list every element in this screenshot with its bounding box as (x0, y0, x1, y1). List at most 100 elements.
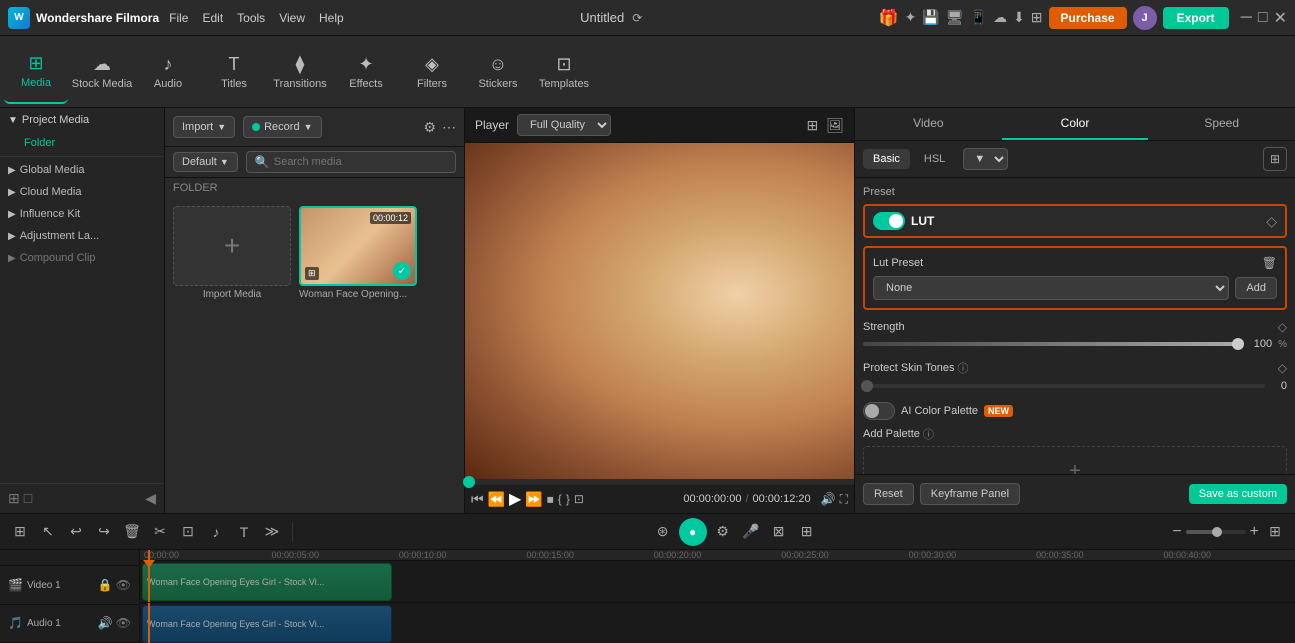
zoom-slider[interactable] (1186, 530, 1246, 534)
stop-icon[interactable]: ⏹ (547, 491, 554, 508)
filter-icon[interactable]: ⚙ (423, 119, 436, 136)
audio-adj-btn[interactable]: ♪ (204, 520, 228, 544)
menu-tools[interactable]: Tools (237, 11, 265, 25)
mic-icon[interactable]: 🎤 (739, 520, 763, 544)
add-folder-icon[interactable]: ⊞ (8, 490, 20, 507)
play-icon[interactable]: ▶ (509, 489, 521, 509)
track-lock-icon[interactable]: 🔒 (98, 578, 113, 592)
toolbar-item-templates[interactable]: ⊡ Templates (532, 40, 596, 104)
add-lut-button[interactable]: Add (1235, 277, 1277, 299)
redo-btn[interactable]: ↪ (92, 520, 116, 544)
sidebar-item-compound[interactable]: ▶ Compound Clip (0, 247, 164, 269)
tab-color[interactable]: Color (1002, 108, 1149, 140)
snap-icon[interactable]: ⊛ (651, 520, 675, 544)
menu-help[interactable]: Help (319, 11, 344, 25)
frame-fwd-icon[interactable]: ⏩ (525, 491, 542, 508)
quality-select[interactable]: Full Quality (517, 114, 611, 136)
hsl-dropdown[interactable]: ▼ (963, 148, 1008, 170)
preview-timeline-bar[interactable] (465, 479, 854, 485)
avatar[interactable]: J (1133, 6, 1157, 30)
split-btn[interactable]: ✂ (148, 520, 172, 544)
lut-toggle[interactable]: LUT (873, 212, 934, 230)
volume-icon[interactable]: 🔊 (821, 492, 836, 506)
mark-out-icon[interactable]: } (566, 492, 570, 506)
record-button[interactable]: Record ▼ (243, 116, 321, 138)
palette-add-area[interactable]: + (863, 446, 1287, 474)
collapse-sidebar-icon[interactable]: ◀ (145, 490, 156, 507)
delete-btn[interactable]: 🗑 (120, 520, 144, 544)
audio-clip[interactable]: Woman Face Opening Eyes Girl - Stock Vi.… (142, 605, 392, 643)
toolbar-item-filters[interactable]: ◈ Filters (400, 40, 464, 104)
mark-in-icon[interactable]: { (558, 492, 562, 506)
export-button[interactable]: Export (1163, 7, 1229, 29)
sidebar-project-media[interactable]: ▼ Project Media (0, 108, 164, 132)
playhead[interactable] (148, 550, 150, 560)
reset-button[interactable]: Reset (863, 483, 914, 505)
video-clip[interactable]: Woman Face Opening Eyes Girl - Stock Vi.… (142, 563, 392, 601)
close-button[interactable]: ✕ (1274, 8, 1287, 28)
green-circle-btn[interactable]: ● (679, 518, 707, 546)
cloud-upload-icon[interactable]: ☁ (993, 9, 1007, 26)
toolbar-item-transitions[interactable]: ⧫ Transitions (268, 40, 332, 104)
ai-toggle[interactable] (863, 402, 895, 420)
undo-btn[interactable]: ↩ (64, 520, 88, 544)
sidebar-item-influence-kit[interactable]: ▶ Influence Kit (0, 203, 164, 225)
save-icon[interactable]: 💾 (922, 9, 939, 26)
color-picker-icon[interactable]: ⊞ (1263, 147, 1287, 171)
sparkle-icon[interactable]: ✦ (905, 9, 917, 26)
palette-info-icon[interactable]: ⓘ (923, 426, 934, 442)
image-view-icon[interactable]: 🖼 (826, 117, 844, 134)
default-button[interactable]: Default ▼ (173, 152, 238, 172)
media-clip-item[interactable]: 00:00:12 ⊞ ✓ Woman Face Opening... (299, 206, 417, 300)
save-custom-button[interactable]: Save as custom (1189, 484, 1287, 504)
sub-tab-basic[interactable]: Basic (863, 149, 910, 169)
diamond-icon[interactable]: ◇ (1278, 320, 1287, 334)
toolbar-item-stickers[interactable]: ☺ Stickers (466, 40, 530, 104)
menu-file[interactable]: File (169, 11, 188, 25)
select-tool-icon[interactable]: ↖ (36, 520, 60, 544)
toolbar-item-media[interactable]: ⊞ Media (4, 40, 68, 104)
sidebar-folder[interactable]: Folder (0, 132, 164, 154)
text-btn[interactable]: T (232, 520, 256, 544)
menu-edit[interactable]: Edit (202, 11, 223, 25)
minimize-button[interactable]: ─ (1241, 9, 1252, 27)
mobile-icon[interactable]: 📱 (970, 9, 987, 26)
maximize-button[interactable]: □ (1258, 9, 1268, 27)
split2-icon[interactable]: ⊠ (767, 520, 791, 544)
split3-icon[interactable]: ⊞ (795, 520, 819, 544)
gift-icon[interactable]: 🎁 (879, 8, 899, 28)
grid-view-icon[interactable]: ⊞ (806, 117, 818, 134)
menu-view[interactable]: View (279, 11, 305, 25)
protect-dot[interactable] (861, 380, 873, 392)
sidebar-item-global-media[interactable]: ▶ Global Media (0, 159, 164, 181)
tab-video[interactable]: Video (855, 108, 1002, 140)
import-media-item[interactable]: + Import Media (173, 206, 291, 300)
toolbar-item-stock-media[interactable]: ☁ Stock Media (70, 40, 134, 104)
sub-tab-hsl[interactable]: HSL (914, 149, 955, 169)
frame-back-icon[interactable]: ⏪ (488, 491, 505, 508)
delete-folder-icon[interactable]: □ (24, 490, 32, 507)
timeline-handle[interactable] (463, 476, 475, 488)
more-icon[interactable]: ⋯ (442, 119, 456, 136)
toolbar-item-effects[interactable]: ✦ Effects (334, 40, 398, 104)
search-input[interactable] (274, 156, 447, 168)
download-icon[interactable]: ⬇ (1013, 9, 1025, 26)
sidebar-item-adjustment[interactable]: ▶ Adjustment La... (0, 225, 164, 247)
protect-slider[interactable] (863, 384, 1265, 388)
track-solo-icon[interactable]: 👁 (116, 616, 131, 630)
track-mute-icon[interactable]: 🔊 (98, 616, 113, 630)
more-ctrl-icon[interactable]: ⊡ (574, 492, 584, 506)
media-clip-thumb[interactable]: 00:00:12 ⊞ ✓ (299, 206, 417, 286)
protect-diamond-icon[interactable]: ◇ (1278, 361, 1287, 375)
info-icon[interactable]: ⓘ (958, 360, 969, 376)
zoom-out-icon[interactable]: − (1172, 523, 1181, 541)
more-tools-btn[interactable]: ≫ (260, 520, 284, 544)
settings-icon[interactable]: ⚙ (711, 520, 735, 544)
undo-icon[interactable]: ⊞ (8, 520, 32, 544)
tab-speed[interactable]: Speed (1148, 108, 1295, 140)
zoom-thumb[interactable] (1212, 527, 1222, 537)
import-media-thumb[interactable]: + (173, 206, 291, 286)
grid-icon[interactable]: ⊞ (1263, 520, 1287, 544)
prev-frame-icon[interactable]: ⏮ (471, 491, 484, 508)
toolbar-item-titles[interactable]: T Titles (202, 40, 266, 104)
